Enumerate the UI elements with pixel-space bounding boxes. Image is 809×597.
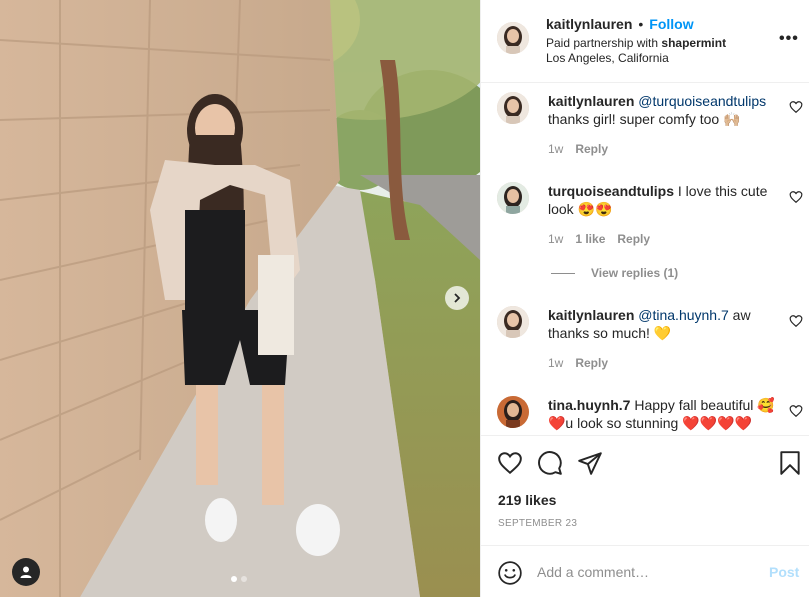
commenter-avatar[interactable] [497, 306, 529, 338]
comment-age: 1w [548, 142, 564, 156]
add-comment-bar: Post [481, 545, 809, 597]
likes-count[interactable]: 219 likes [498, 492, 556, 508]
avatar-image [497, 396, 529, 428]
comment-text: turquoiseandtulips I love this cute look… [548, 182, 784, 218]
post-side-panel: kaitlynlauren • Follow Paid partnership wi… [480, 0, 809, 597]
comment-age: 1w [548, 356, 564, 370]
post-comment-button[interactable]: Post [769, 564, 799, 580]
user-icon [20, 566, 32, 578]
comment-username[interactable]: kaitlynlauren [548, 307, 634, 323]
next-slide-button[interactable] [445, 286, 469, 310]
comment-username[interactable]: kaitlynlauren [548, 93, 634, 109]
header-title-row: kaitlynlauren • Follow [546, 16, 694, 32]
partnership-prefix: Paid partnership with [546, 36, 662, 50]
partner-link[interactable]: shapermint [661, 36, 726, 50]
comment-mention[interactable]: @turquoiseandtulips [638, 93, 766, 109]
emoji-icon[interactable] [497, 560, 523, 586]
comment-mention[interactable]: @tina.huynh.7 [638, 307, 729, 323]
comment-text: kaitlynlauren @turquoiseandtulips thanks… [548, 92, 784, 128]
comment-text: tina.huynh.7 Happy fall beautiful 🥰❤️u l… [548, 396, 784, 432]
view-replies-label: View replies (1) [591, 266, 679, 280]
comment-input[interactable] [537, 562, 757, 582]
paid-partnership-label: Paid partnership with shapermint [546, 36, 726, 50]
post-photo[interactable] [0, 0, 480, 597]
like-comment-heart-icon[interactable] [789, 190, 803, 204]
comment-likes-count[interactable]: 1 like [575, 232, 605, 246]
chevron-right-icon [454, 293, 461, 303]
carousel-dot [241, 576, 247, 582]
reply-button[interactable]: Reply [575, 142, 608, 156]
reply-button[interactable]: Reply [617, 232, 650, 246]
like-comment-heart-icon[interactable] [789, 404, 803, 418]
tagged-users-button[interactable] [12, 558, 40, 586]
more-options-button[interactable]: ••• [779, 31, 799, 47]
follow-button[interactable]: Follow [649, 16, 693, 32]
comments-list[interactable]: kaitlynlauren @turquoiseandtulips thanks… [481, 83, 809, 435]
author-avatar[interactable] [497, 22, 529, 54]
comment-meta: 1w Reply [548, 356, 620, 370]
avatar-image [497, 306, 529, 338]
avatar-image [497, 22, 529, 54]
post-header: kaitlynlauren • Follow Paid partnership wi… [481, 0, 809, 83]
avatar-image [497, 182, 529, 214]
like-comment-heart-icon[interactable] [789, 100, 803, 114]
commenter-avatar[interactable] [497, 182, 529, 214]
comment-meta: 1w Reply [548, 142, 620, 156]
comment-meta: 1w 1 like Reply [548, 232, 662, 246]
post-actions: 219 likes SEPTEMBER 23 [481, 435, 809, 545]
reply-button[interactable]: Reply [575, 356, 608, 370]
comment-text: kaitlynlauren @tina.huynh.7 aw thanks so… [548, 306, 784, 342]
avatar-image [497, 92, 529, 124]
carousel-dot-active [231, 576, 237, 582]
like-comment-heart-icon[interactable] [789, 314, 803, 328]
replies-divider [551, 272, 575, 274]
carousel-indicator [231, 576, 247, 582]
header-separator: • [638, 16, 644, 32]
comment-body: thanks girl! super comfy too 🙌🏼 [548, 111, 741, 127]
post-date[interactable]: SEPTEMBER 23 [498, 518, 577, 529]
comment-username[interactable]: turquoiseandtulips [548, 183, 674, 199]
outfit-photo-image [0, 0, 480, 597]
save-icon[interactable] [777, 450, 803, 476]
location-link[interactable]: Los Angeles, California [546, 51, 669, 65]
commenter-avatar[interactable] [497, 92, 529, 124]
comment-username[interactable]: tina.huynh.7 [548, 397, 630, 413]
comment-age: 1w [548, 232, 564, 246]
commenter-avatar[interactable] [497, 396, 529, 428]
share-icon[interactable] [577, 450, 603, 476]
view-replies-button[interactable]: View replies (1) [551, 266, 678, 280]
comment-icon[interactable] [537, 450, 563, 476]
heart-icon[interactable] [497, 450, 523, 476]
author-username[interactable]: kaitlynlauren [546, 16, 632, 32]
